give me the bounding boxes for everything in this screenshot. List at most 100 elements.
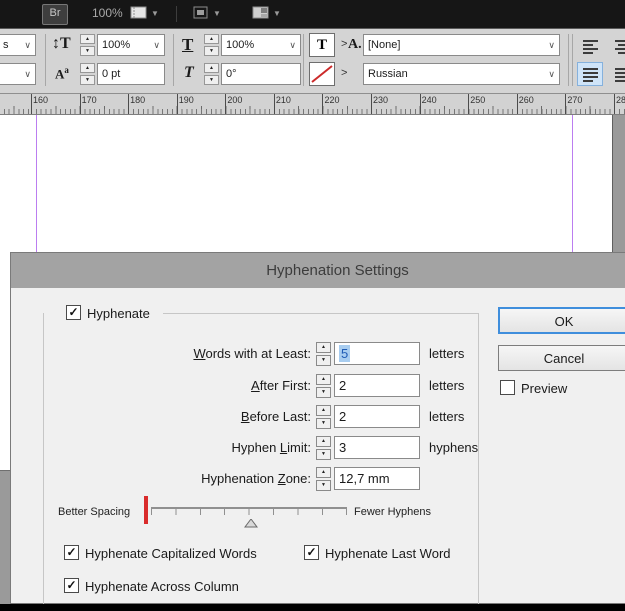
spin-up-icon[interactable]: ▲ xyxy=(80,63,95,73)
hyphen-limit-field[interactable]: 3 xyxy=(334,436,420,459)
chevron-down-icon: ∨ xyxy=(548,35,555,55)
spin-up-icon[interactable]: ▲ xyxy=(316,405,331,416)
chevron-down-icon: ∨ xyxy=(24,35,31,55)
row-stepper[interactable]: ▲ ▼ xyxy=(316,374,331,398)
row-stepper[interactable]: ▲ ▼ xyxy=(316,405,331,429)
horizontal-scale-stepper[interactable]: ▲ ▼ xyxy=(204,34,219,56)
justify-all-button[interactable] xyxy=(609,62,625,86)
spin-down-icon[interactable]: ▼ xyxy=(80,46,95,56)
row-stepper[interactable]: ▲ ▼ xyxy=(316,342,331,366)
spin-up-icon[interactable]: ▲ xyxy=(204,63,219,73)
screen-mode-icon xyxy=(192,6,210,20)
stroke-none-swatch[interactable] xyxy=(309,62,335,86)
spin-down-icon[interactable]: ▼ xyxy=(316,449,331,460)
spin-up-icon[interactable]: ▲ xyxy=(316,342,331,353)
vertical-scale-dropdown[interactable]: 100% ∨ xyxy=(97,34,165,56)
spin-up-icon[interactable]: ▲ xyxy=(316,374,331,385)
document-page[interactable]: Повествовательная манера и стихотворная … xyxy=(0,115,625,252)
screen-mode-control[interactable]: ▼ xyxy=(192,6,221,20)
bridge-button[interactable]: Br xyxy=(42,4,68,25)
slider-red-mark xyxy=(144,496,148,524)
align-center-button[interactable] xyxy=(609,34,625,58)
preview-checkbox[interactable] xyxy=(500,380,515,395)
hyphenation-settings-dialog: Hyphenation Settings ✓ Hyphenate Words w… xyxy=(10,252,625,604)
skew-field[interactable]: 0° xyxy=(221,63,301,85)
view-options-icon xyxy=(130,6,148,20)
row-stepper[interactable]: ▲ ▼ xyxy=(316,436,331,460)
ruler-label: 280 xyxy=(616,95,625,105)
hyphenate-checkbox[interactable]: ✓ xyxy=(66,305,81,320)
dialog-title[interactable]: Hyphenation Settings xyxy=(11,253,625,288)
view-options-control[interactable]: ▼ xyxy=(130,6,159,20)
left-bottom-dropdown[interactable]: ∨ xyxy=(0,63,36,85)
hyphenate-last-word-checkbox[interactable]: ✓ xyxy=(304,545,319,560)
vertical-scale-value: 100% xyxy=(102,39,130,51)
ok-button[interactable]: OK xyxy=(498,307,625,334)
spin-down-icon[interactable]: ▼ xyxy=(204,75,219,85)
align-left-icon xyxy=(582,38,599,55)
toolbar-separator xyxy=(572,34,573,86)
bottom-edge-bar xyxy=(0,604,625,611)
row-label: Before Last: xyxy=(11,406,311,428)
ruler-label: 260 xyxy=(519,95,534,105)
row-label: Words with at Least: xyxy=(11,343,311,365)
spin-up-icon[interactable]: ▲ xyxy=(316,436,331,447)
horizontal-scale-dropdown[interactable]: 100% ∨ xyxy=(221,34,301,56)
after-first-field[interactable]: 2 xyxy=(334,374,420,397)
ruler-label: 200 xyxy=(227,95,242,105)
spin-down-icon[interactable]: ▼ xyxy=(316,418,331,429)
better-spacing-label: Better Spacing xyxy=(58,506,130,518)
row-stepper[interactable]: ▲ ▼ xyxy=(316,467,331,491)
character-style-dropdown[interactable]: [None] ∨ xyxy=(363,34,560,56)
spin-down-icon[interactable]: ▼ xyxy=(316,355,331,366)
ruler-major-tick xyxy=(225,94,226,114)
horizontal-scale-value: 100% xyxy=(226,39,254,51)
language-dropdown[interactable]: Russian ∨ xyxy=(363,63,560,85)
ruler-major-tick xyxy=(517,94,518,114)
hyphenate-capitalized-words-checkbox[interactable]: ✓ xyxy=(64,545,79,560)
panel-more-arrow-icon[interactable]: > xyxy=(341,38,347,50)
ruler-minor-ticks xyxy=(0,109,625,114)
ruler-major-tick xyxy=(80,94,81,114)
ruler-label: 210 xyxy=(276,95,291,105)
spin-down-icon[interactable]: ▼ xyxy=(316,387,331,398)
spin-up-icon[interactable]: ▲ xyxy=(204,34,219,44)
hyphenate-across-column-checkbox[interactable]: ✓ xyxy=(64,578,79,593)
hyphenation-slider-thumb[interactable] xyxy=(244,515,258,533)
pasteboard-right xyxy=(612,115,625,252)
chevron-down-icon: ∨ xyxy=(153,35,160,55)
toolbar-separator xyxy=(303,34,304,86)
zoom-level-value: 100% xyxy=(92,6,123,20)
justify-last-left-button[interactable] xyxy=(577,62,603,86)
arrange-documents-control[interactable]: ▼ xyxy=(252,6,281,20)
fewer-hyphens-label: Fewer Hyphens xyxy=(354,506,431,518)
align-left-button[interactable] xyxy=(577,34,603,58)
spin-down-icon[interactable]: ▼ xyxy=(204,46,219,56)
row-label: After First: xyxy=(11,375,311,397)
cancel-button[interactable]: Cancel xyxy=(498,345,625,371)
baseline-shift-stepper[interactable]: ▲ ▼ xyxy=(80,63,95,85)
left-top-dropdown[interactable]: s ∨ xyxy=(0,34,36,56)
ruler-major-tick xyxy=(468,94,469,114)
hyphenation-zone-field[interactable]: 12,7 mm xyxy=(334,467,420,490)
spin-down-icon[interactable]: ▼ xyxy=(316,480,331,491)
words-with-at-least-field[interactable]: 5 xyxy=(334,342,420,365)
chevron-down-icon: ∨ xyxy=(24,64,31,84)
before-last-field[interactable]: 2 xyxy=(334,405,420,428)
spin-down-icon[interactable]: ▼ xyxy=(80,75,95,85)
character-style-value: [None] xyxy=(368,39,400,51)
character-formatting-button[interactable]: T xyxy=(309,33,335,57)
baseline-shift-field[interactable]: 0 pt xyxy=(97,63,165,85)
left-top-dropdown-value: s xyxy=(3,39,9,51)
field-value: 3 xyxy=(339,440,346,455)
panel-more-arrow-icon[interactable]: > xyxy=(341,67,347,79)
skew-stepper[interactable]: ▲ ▼ xyxy=(204,63,219,85)
spin-up-icon[interactable]: ▲ xyxy=(316,467,331,478)
vertical-scale-stepper[interactable]: ▲ ▼ xyxy=(80,34,95,56)
toolbar-separator xyxy=(173,34,174,86)
horizontal-ruler[interactable]: 160170180190200210220230240250260270280 xyxy=(0,94,625,115)
spin-up-icon[interactable]: ▲ xyxy=(80,34,95,44)
justify-last-left-icon xyxy=(582,66,599,83)
application-window: Br 100% ▼ ▼ ▼ ▼ xyxy=(0,0,625,611)
hyphenation-slider-track[interactable] xyxy=(151,507,347,515)
